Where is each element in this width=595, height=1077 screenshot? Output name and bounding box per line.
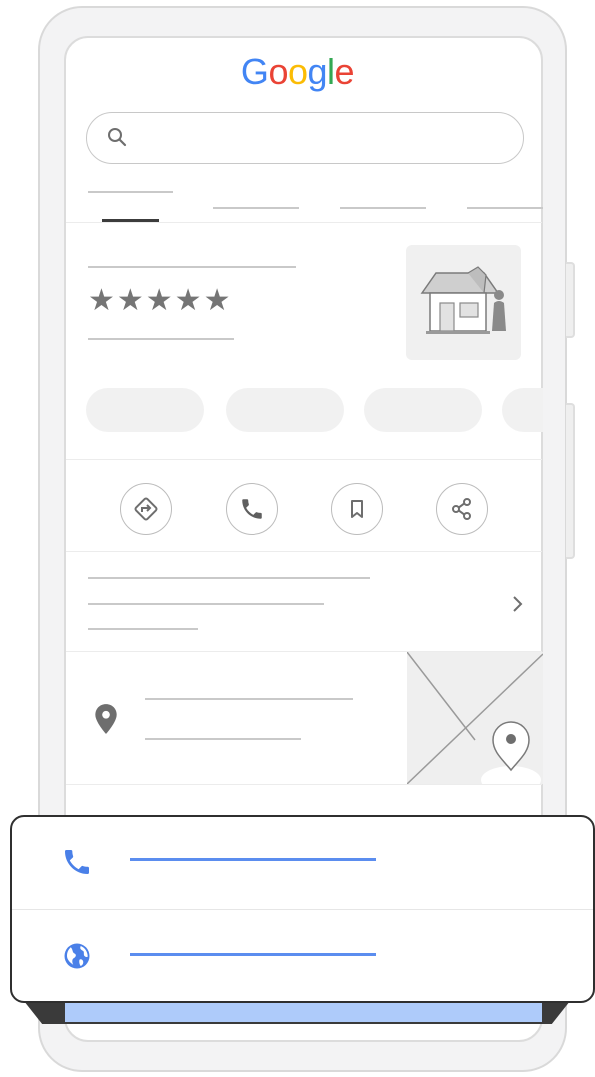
business-category-placeholder [88, 338, 234, 340]
address-line-2 [145, 738, 301, 740]
logo-letter: G [240, 51, 269, 92]
description-line-2 [88, 603, 324, 605]
logo-letter: l [327, 51, 335, 92]
share-button[interactable] [436, 483, 488, 535]
phone-side-button-volume [566, 403, 575, 559]
tab-indicator-top [88, 191, 173, 193]
bookmark-icon [351, 500, 363, 518]
call-button[interactable] [226, 483, 278, 535]
globe-icon [64, 943, 90, 969]
contact-info-card [10, 815, 595, 1003]
tab-4[interactable] [467, 207, 543, 209]
business-name-placeholder [88, 266, 296, 268]
logo-letter: o [268, 51, 288, 92]
card-row-divider [12, 909, 593, 910]
tabs-divider [66, 222, 542, 223]
chip-2[interactable] [226, 388, 344, 432]
description-line-1 [88, 577, 370, 579]
phone-icon [242, 499, 262, 519]
chip-4[interactable] [502, 388, 543, 432]
address-divider [66, 784, 542, 785]
logo-letter: e [334, 51, 355, 92]
logo-letter: g [307, 51, 328, 92]
chip-3[interactable] [364, 388, 482, 432]
map-graphic [407, 652, 543, 784]
location-pin-icon [95, 704, 117, 734]
save-button[interactable] [331, 483, 383, 535]
google-logo: Google [0, 52, 595, 92]
phone-icon [65, 850, 89, 874]
map-thumbnail[interactable] [407, 652, 543, 784]
phone-number-line[interactable] [130, 858, 376, 861]
chip-1[interactable] [86, 388, 204, 432]
chips-divider [66, 459, 542, 460]
directions-icon [134, 497, 158, 521]
rating-stars: ★★★★★ [88, 284, 233, 317]
description-line-3 [88, 628, 198, 630]
address-line-1 [145, 698, 353, 700]
business-photo[interactable] [406, 245, 521, 360]
tab-2[interactable] [213, 207, 299, 209]
share-icon [452, 498, 471, 520]
search-input[interactable] [86, 112, 524, 164]
storefront-icon [420, 266, 506, 334]
directions-button[interactable] [120, 483, 172, 535]
website-line[interactable] [130, 953, 376, 956]
actions-divider [66, 551, 542, 552]
phone-side-button-power [566, 262, 575, 338]
search-icon [108, 128, 127, 147]
logo-letter: o [287, 51, 308, 92]
chevron-right-icon[interactable] [510, 594, 526, 614]
tab-3[interactable] [340, 207, 426, 209]
